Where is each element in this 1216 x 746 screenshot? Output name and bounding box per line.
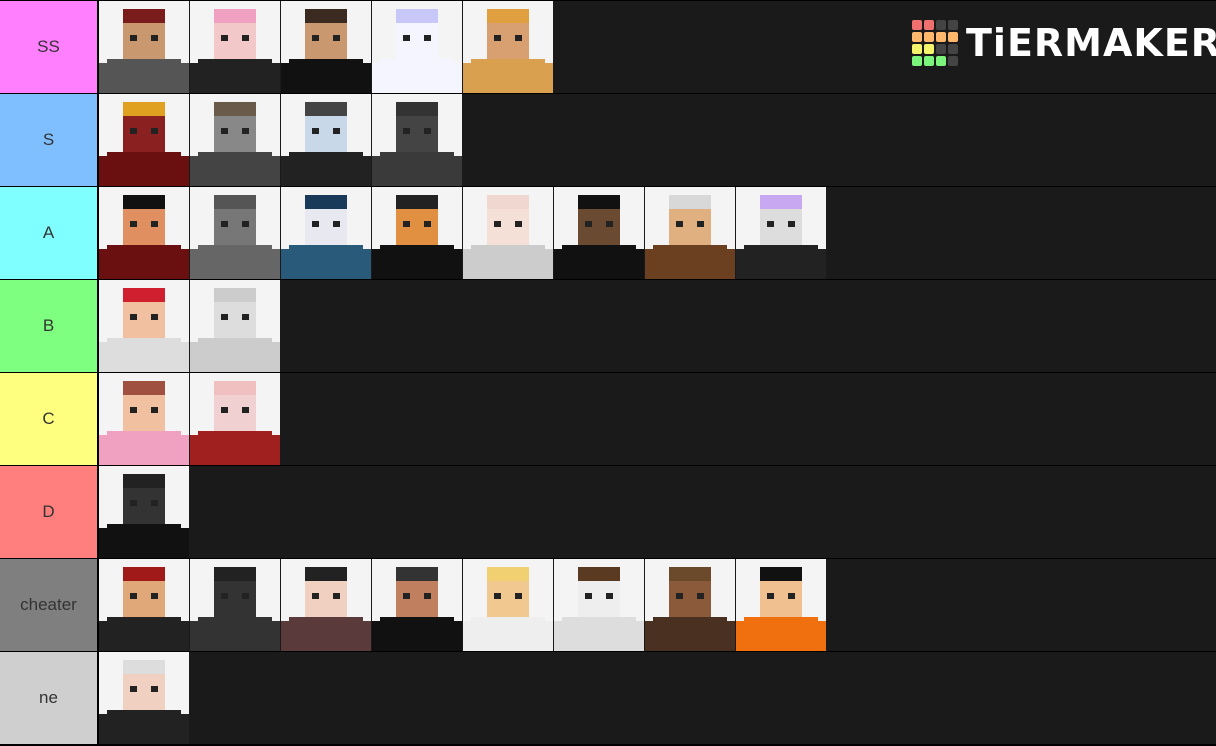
logo-cell <box>924 32 934 42</box>
tier-items <box>99 373 1216 465</box>
tier-row: D <box>0 466 1216 558</box>
tier-label[interactable]: D <box>0 466 99 558</box>
skin-avatar[interactable] <box>190 1 280 93</box>
logo-cell <box>912 20 922 30</box>
skin-avatar[interactable] <box>99 373 189 465</box>
logo-cell <box>936 20 946 30</box>
skin-avatar[interactable] <box>736 187 826 279</box>
skin-avatar[interactable] <box>190 280 280 372</box>
logo-cell <box>924 56 934 66</box>
skin-avatar[interactable] <box>99 1 189 93</box>
skin-avatar[interactable] <box>281 1 371 93</box>
tier-label[interactable]: SS <box>0 1 99 93</box>
tier-row: A <box>0 187 1216 279</box>
logo-cell <box>924 20 934 30</box>
tier-items <box>99 187 1216 279</box>
skin-avatar[interactable] <box>99 280 189 372</box>
skin-avatar[interactable] <box>190 373 280 465</box>
tiermaker-logo[interactable]: TiERMAKER <box>912 20 1216 66</box>
logo-cell <box>948 56 958 66</box>
tier-label[interactable]: A <box>0 187 99 279</box>
skin-avatar[interactable] <box>372 559 462 651</box>
skin-avatar[interactable] <box>372 1 462 93</box>
tier-row: B <box>0 280 1216 372</box>
tier-items <box>99 466 1216 558</box>
logo-text: TiERMAKER <box>966 21 1216 65</box>
skin-avatar[interactable] <box>99 652 189 744</box>
skin-avatar[interactable] <box>463 1 553 93</box>
logo-cell <box>936 32 946 42</box>
skin-avatar[interactable] <box>554 559 644 651</box>
logo-cell <box>912 56 922 66</box>
skin-avatar[interactable] <box>463 559 553 651</box>
skin-avatar[interactable] <box>554 187 644 279</box>
logo-cell <box>948 44 958 54</box>
tier-label[interactable]: cheater <box>0 559 99 651</box>
skin-avatar[interactable] <box>281 94 371 186</box>
skin-avatar[interactable] <box>372 94 462 186</box>
tier-items <box>99 652 1216 744</box>
skin-avatar[interactable] <box>463 187 553 279</box>
tier-items <box>99 559 1216 651</box>
logo-cell <box>936 56 946 66</box>
logo-cell <box>924 44 934 54</box>
tier-row: ne <box>0 652 1216 744</box>
tier-row: cheater <box>0 559 1216 651</box>
tier-label[interactable]: B <box>0 280 99 372</box>
skin-avatar[interactable] <box>99 466 189 558</box>
skin-avatar[interactable] <box>190 94 280 186</box>
tier-items <box>99 94 1216 186</box>
skin-avatar[interactable] <box>99 187 189 279</box>
tier-label[interactable]: S <box>0 94 99 186</box>
tier-label[interactable]: C <box>0 373 99 465</box>
skin-avatar[interactable] <box>736 559 826 651</box>
skin-avatar[interactable] <box>645 187 735 279</box>
tier-label[interactable]: ne <box>0 652 99 744</box>
tier-items <box>99 280 1216 372</box>
skin-avatar[interactable] <box>99 94 189 186</box>
skin-avatar[interactable] <box>281 559 371 651</box>
logo-grid-icon <box>912 20 958 66</box>
tier-row: C <box>0 373 1216 465</box>
skin-avatar[interactable] <box>190 559 280 651</box>
logo-cell <box>948 32 958 42</box>
tier-row: S <box>0 94 1216 186</box>
skin-avatar[interactable] <box>372 187 462 279</box>
skin-avatar[interactable] <box>190 187 280 279</box>
logo-cell <box>948 20 958 30</box>
logo-cell <box>912 32 922 42</box>
tier-list: SS S A B C Dcheater ne <box>0 0 1216 745</box>
skin-avatar[interactable] <box>645 559 735 651</box>
logo-cell <box>936 44 946 54</box>
skin-avatar[interactable] <box>99 559 189 651</box>
skin-avatar[interactable] <box>281 187 371 279</box>
logo-cell <box>912 44 922 54</box>
